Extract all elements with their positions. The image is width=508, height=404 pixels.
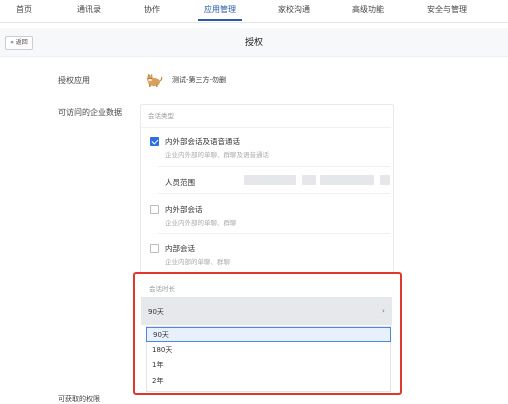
option-voice-calls-desc: 企业内外部的单聊、群聊及语音通话	[165, 151, 269, 159]
nav-item-advanced[interactable]: 高级功能	[346, 0, 390, 22]
divider	[158, 166, 390, 167]
member-scope-redacted	[302, 175, 316, 185]
app-name: 测试-第三方-勿删	[172, 76, 227, 84]
option-internal-external-desc: 企业内外部的单聊、群聊	[165, 219, 237, 227]
option-voice-calls-title: 内外部会话及语音通话	[165, 137, 240, 146]
accessible-data-label: 可访问的企业数据	[58, 108, 122, 117]
divider	[158, 233, 390, 234]
nav-item-home[interactable]: 首页	[12, 0, 36, 22]
page-title: 授权	[244, 38, 263, 48]
auth-app-label: 授权应用	[58, 76, 90, 85]
option-internal-external-title: 内外部会话	[165, 205, 203, 214]
member-scope-redacted	[380, 175, 390, 185]
highlight-box	[133, 272, 402, 395]
nav-item-collaboration[interactable]: 协作	[140, 0, 164, 22]
app-icon	[144, 70, 164, 90]
member-scope-redacted	[244, 175, 296, 185]
nav-item-contacts[interactable]: 通讯录	[72, 0, 106, 22]
option-internal-checkbox[interactable]	[150, 244, 159, 253]
session-type-header	[141, 105, 391, 128]
top-nav: 首页 通讯录 协作 应用管理 家校沟通 高级功能 安全与管理	[0, 0, 508, 23]
session-type-title: 会话类型	[148, 112, 174, 120]
nav-active-indicator	[198, 19, 242, 21]
option-internal-desc: 企业内部的单聊、群聊	[165, 258, 230, 266]
member-scope-label: 人员范围	[165, 178, 195, 187]
member-scope-redacted	[320, 175, 374, 185]
nav-item-security[interactable]: 安全与管理	[420, 0, 474, 22]
option-internal-external-checkbox[interactable]	[150, 205, 159, 214]
option-voice-calls-checkbox[interactable]	[150, 137, 159, 146]
option-internal-title: 内部会话	[165, 244, 195, 253]
nav-item-home-school[interactable]: 家校沟通	[272, 0, 316, 22]
permissions-label: 可获取的权限	[58, 395, 100, 403]
divider	[158, 193, 390, 194]
